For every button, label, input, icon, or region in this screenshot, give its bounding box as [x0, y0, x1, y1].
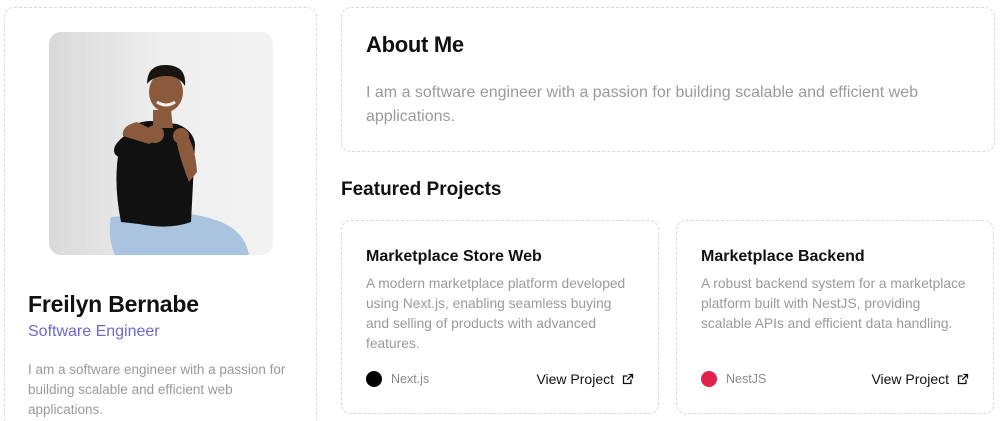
project-title: Marketplace Store Web — [366, 248, 542, 265]
tech-badge: Next.js — [366, 371, 429, 387]
project-description: A modern marketplace platform developed … — [366, 276, 626, 351]
profile-role: Software Engineer — [28, 323, 160, 340]
external-link-icon — [957, 373, 969, 385]
project-footer: Next.js View Project — [366, 369, 634, 389]
external-link-icon — [622, 373, 634, 385]
project-description: A robust backend system for a marketplac… — [701, 276, 966, 331]
portfolio-page: Freilyn Bernabe Software Engineer I am a… — [0, 0, 1002, 421]
tech-label: Next.js — [391, 372, 430, 386]
project-title: Marketplace Backend — [701, 248, 865, 265]
view-project-label: View Project — [536, 371, 614, 387]
view-project-label: View Project — [871, 371, 949, 387]
about-text: I am a software engineer with a passion … — [366, 84, 919, 125]
profile-photo — [49, 32, 273, 255]
tech-dot-icon — [366, 371, 382, 387]
featured-projects-title: Featured Projects — [341, 179, 502, 200]
profile-card: Freilyn Bernabe Software Engineer I am a… — [4, 7, 317, 421]
about-title: About Me — [366, 32, 464, 57]
tech-label: NestJS — [726, 372, 767, 386]
project-card: Marketplace Store Web A modern marketpla… — [341, 220, 659, 414]
profile-bio: I am a software engineer with a passion … — [28, 362, 286, 417]
project-card: Marketplace Backend A robust backend sys… — [676, 220, 994, 414]
tech-dot-icon — [701, 371, 717, 387]
about-card: About Me I am a software engineer with a… — [341, 7, 995, 152]
view-project-link[interactable]: View Project — [536, 371, 634, 387]
view-project-link[interactable]: View Project — [871, 371, 969, 387]
tech-badge: NestJS — [701, 371, 766, 387]
profile-name: Freilyn Bernabe — [28, 291, 199, 317]
project-footer: NestJS View Project — [701, 369, 969, 389]
